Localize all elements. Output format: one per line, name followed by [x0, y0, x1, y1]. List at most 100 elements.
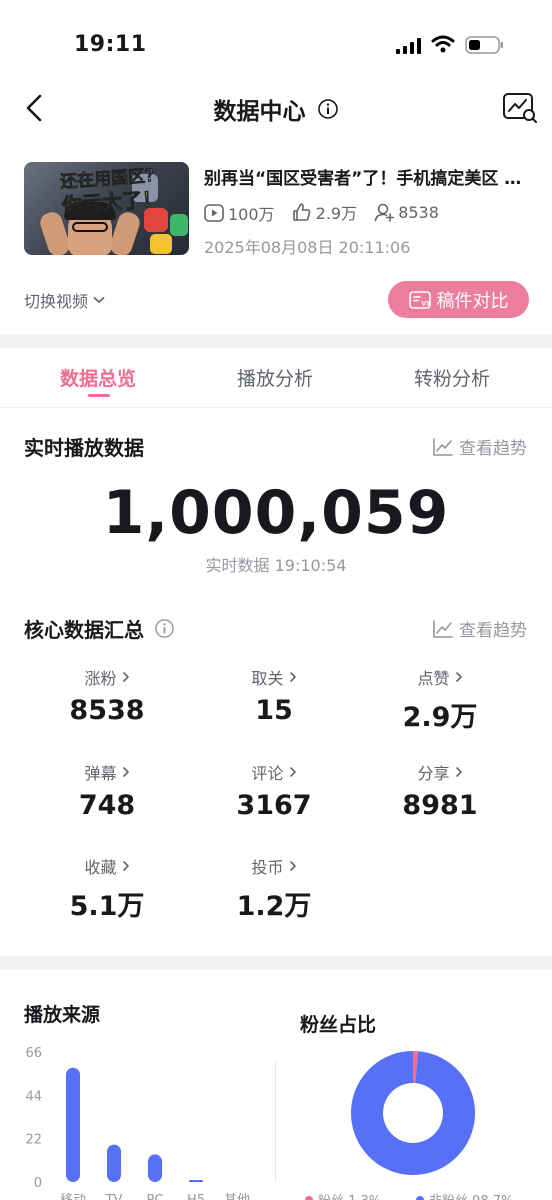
core-title-text: 核心数据汇总	[24, 618, 144, 642]
cellular-signal-icon	[396, 38, 421, 54]
chevron-down-icon	[93, 297, 105, 303]
chart-search-icon	[503, 93, 537, 123]
likes-count: 2.9万	[315, 204, 358, 223]
slice-非粉丝[interactable]	[351, 1051, 475, 1175]
chevron-right-icon	[289, 672, 296, 682]
core-section-title: 核心数据汇总	[24, 614, 175, 643]
switch-video-button[interactable]: 切换视频	[24, 288, 105, 312]
realtime-section-title: 实时播放数据	[24, 432, 144, 461]
metric-item[interactable]: 弹幕 748	[22, 760, 192, 821]
metric-label-text: 点赞	[417, 669, 450, 688]
chart-search-button[interactable]	[502, 92, 538, 124]
views-count: 100万	[228, 205, 275, 224]
chevron-right-icon	[122, 767, 129, 777]
metric-label: 收藏	[84, 854, 129, 878]
metric-label-text: 评论	[251, 764, 284, 783]
metric-label-text: 投币	[251, 858, 284, 877]
x-tick-label: PC	[147, 1193, 164, 1200]
chevron-right-icon	[289, 767, 296, 777]
versus-icon: VS	[408, 290, 431, 309]
metric-item[interactable]: 分享 8981	[355, 760, 525, 821]
trend-chart-icon	[433, 619, 453, 638]
legend-fans-dot	[305, 1195, 313, 1200]
chevron-right-icon	[455, 672, 462, 682]
realtime-timestamp: 实时数据 19:10:54	[205, 556, 347, 575]
compare-posts-button[interactable]: VS 稿件对比	[388, 281, 529, 318]
metric-item[interactable]: 点赞 2.9万	[355, 665, 525, 734]
metric-value: 3167	[236, 790, 312, 821]
chevron-right-icon	[122, 672, 129, 682]
video-card[interactable]: 还在用国区？ 你亏大了！ 别再当“国区受害者”了！手机搞定美区 … 100万 2…	[24, 162, 534, 257]
metric-value: 2.9万	[402, 702, 478, 733]
video-thumbnail: 还在用国区？ 你亏大了！	[24, 162, 189, 255]
followers-stat: 8538	[374, 202, 439, 222]
realtime-title-text: 实时播放数据	[24, 436, 144, 460]
x-tick-label: H5	[187, 1193, 205, 1200]
likes-stat: 2.9万	[292, 200, 357, 224]
metric-label: 点赞	[417, 665, 462, 689]
legend-non-fans-label: 非粉丝 98.7%	[429, 1190, 513, 1200]
play-source-title: 播放来源	[24, 1004, 101, 1026]
video-title: 别再当“国区受害者”了！手机搞定美区 …	[204, 169, 522, 189]
active-tab-indicator	[88, 394, 110, 397]
realtime-trend-link[interactable]: 查看趋势	[432, 434, 527, 459]
wifi-icon	[431, 35, 455, 53]
info-icon[interactable]	[154, 618, 175, 639]
bar-移动[interactable]	[66, 1067, 80, 1182]
info-icon[interactable]	[317, 98, 339, 120]
metric-label-text: 弹幕	[84, 764, 117, 783]
status-bar: 19:11	[0, 0, 552, 80]
metric-label: 涨粉	[84, 665, 129, 689]
metric-value: 5.1万	[69, 891, 145, 922]
play-icon	[204, 204, 224, 222]
chart-divider	[275, 1062, 276, 1182]
tab-fan-conversion[interactable]: 转粉分析	[382, 364, 522, 391]
y-tick-label: 66	[25, 1046, 42, 1061]
chevron-right-icon	[289, 861, 296, 871]
tab-overview[interactable]: 数据总览	[28, 364, 168, 391]
metric-item[interactable]: 收藏 5.1万	[22, 854, 192, 923]
realtime-trend-label: 查看趋势	[459, 439, 527, 459]
y-tick-label: 0	[34, 1176, 42, 1191]
x-tick-label: TV	[105, 1193, 123, 1200]
status-time: 19:11	[74, 32, 147, 57]
metric-item[interactable]: 取关 15	[189, 665, 359, 726]
metric-value: 8981	[402, 790, 478, 821]
thumbs-up-icon	[292, 203, 311, 221]
metric-label: 取关	[251, 665, 296, 689]
metric-label: 投币	[251, 854, 296, 878]
metric-item[interactable]: 涨粉 8538	[22, 665, 192, 726]
metric-label-text: 分享	[417, 764, 450, 783]
metric-item[interactable]: 投币 1.2万	[189, 854, 359, 923]
chevron-right-icon	[455, 767, 462, 777]
metric-label: 评论	[251, 760, 296, 784]
legend-fans: 粉丝 1.3%	[305, 1190, 381, 1200]
metric-label-text: 涨粉	[84, 669, 117, 688]
metric-label: 分享	[417, 760, 462, 784]
bar-TV[interactable]	[107, 1144, 121, 1182]
add-follower-icon	[374, 203, 395, 222]
play-source-bar-chart: 0 22 44 66 移动 TV PC H5 其他	[25, 1046, 250, 1200]
trend-chart-icon	[433, 437, 453, 456]
legend-non-fans-dot	[416, 1195, 424, 1200]
battery-icon	[465, 36, 503, 54]
video-stats: 100万 2.9万 8538	[204, 200, 451, 224]
page-title-wrap: 数据中心	[0, 92, 552, 126]
metric-label: 弹幕	[84, 760, 129, 784]
metric-value: 15	[255, 695, 293, 726]
x-tick-label: 移动	[60, 1193, 86, 1200]
metric-item[interactable]: 评论 3167	[189, 760, 359, 821]
metric-value: 8538	[69, 695, 145, 726]
chevron-right-icon	[122, 861, 129, 871]
metric-value: 748	[78, 790, 136, 821]
x-tick-label: 其他	[224, 1193, 250, 1200]
tab-play-analysis[interactable]: 播放分析	[205, 364, 345, 391]
metric-label-text: 收藏	[84, 858, 117, 877]
metric-value: 1.2万	[236, 891, 312, 922]
bar-H5[interactable]	[189, 1180, 203, 1182]
realtime-play-count: 1,000,059	[102, 478, 450, 548]
switch-video-label: 切换视频	[24, 292, 89, 311]
app-header: 数据中心	[0, 80, 552, 136]
bar-PC[interactable]	[148, 1154, 162, 1182]
core-trend-link[interactable]: 查看趋势	[432, 616, 527, 641]
